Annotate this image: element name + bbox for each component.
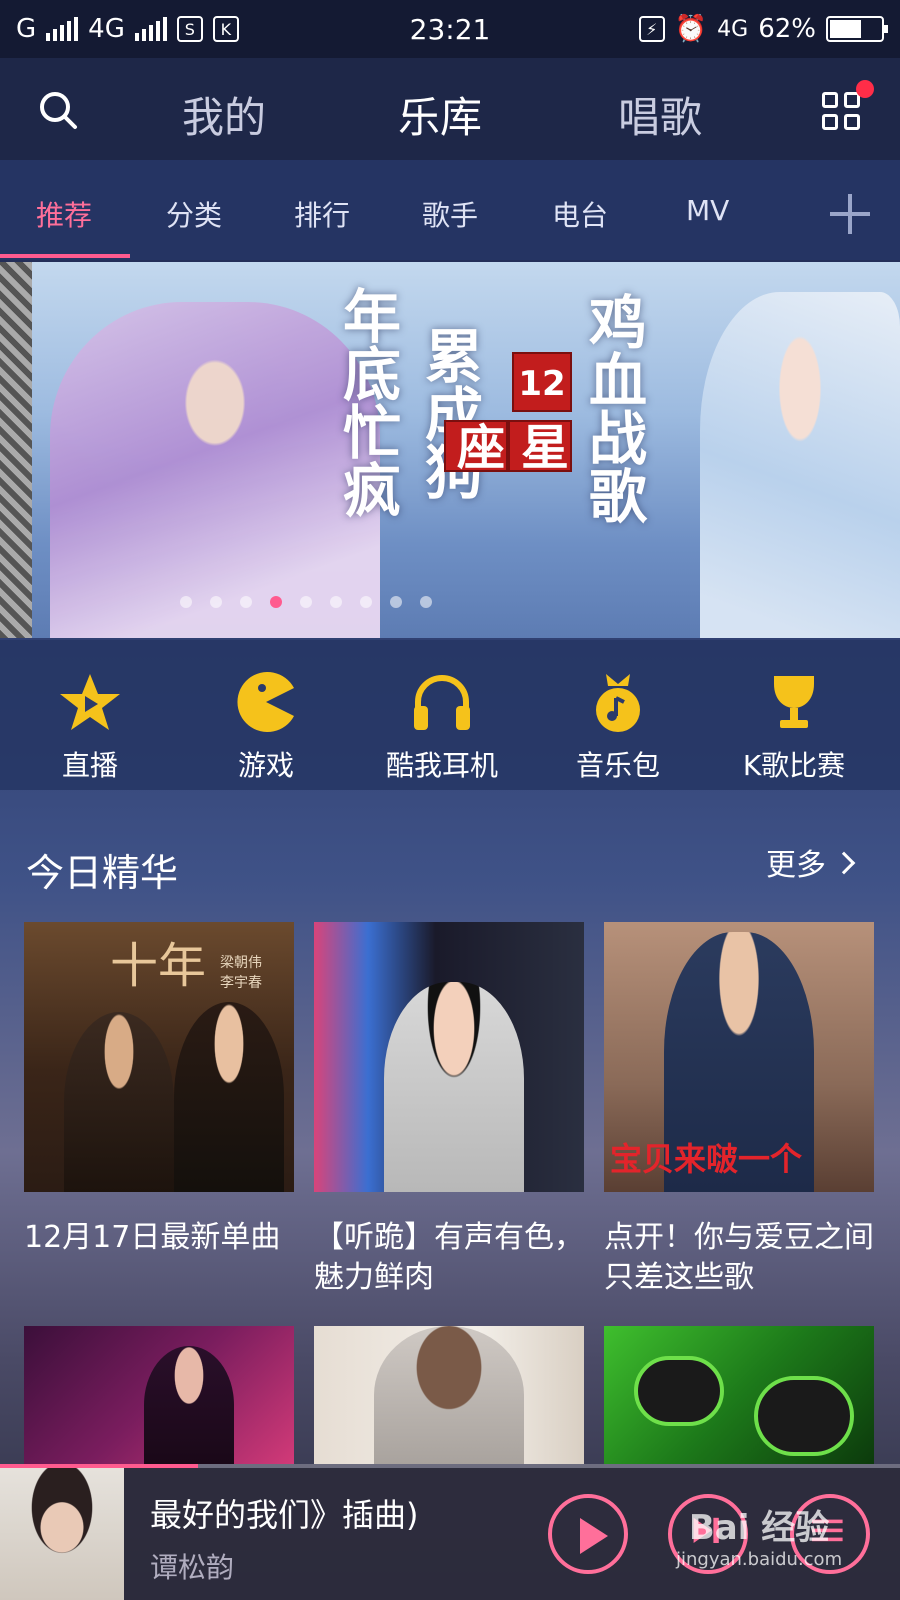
banner-text-1: 年底忙疯 xyxy=(333,286,401,518)
shortcut-games[interactable]: 游戏 xyxy=(186,670,346,784)
carousel-dot[interactable] xyxy=(360,596,372,608)
watermark-url: jingyan.baidu.com xyxy=(676,1549,843,1570)
poster-sub: 梁朝伟 xyxy=(220,955,262,971)
banner-figure-left xyxy=(50,302,380,638)
carousel-dot[interactable] xyxy=(210,596,222,608)
carousel-dots xyxy=(180,596,432,608)
shortcut-headphones[interactable]: 酷我耳机 xyxy=(362,670,522,784)
banner-seal-char: 座 xyxy=(444,420,508,472)
card-image-1[interactable]: 十年 梁朝伟 李宇春 xyxy=(24,922,294,1192)
status-right: ⚡ ⏰ 4G 62% xyxy=(638,14,888,44)
more-label: 更多 xyxy=(766,848,826,883)
card-image-4[interactable] xyxy=(24,1326,294,1464)
banner-figure-right xyxy=(700,292,900,638)
tab-ranking[interactable]: 排行 xyxy=(294,194,350,234)
poster-caption: 宝贝来啵一个 xyxy=(610,1140,803,1178)
card-image-6[interactable] xyxy=(604,1326,874,1464)
poster-figure xyxy=(374,1326,524,1464)
banner-seal: 星 座 xyxy=(444,420,572,476)
carousel-dot[interactable] xyxy=(420,596,432,608)
battery-saver-icon: ⚡ xyxy=(638,16,665,42)
carousel-dot[interactable] xyxy=(390,596,402,608)
play-button[interactable] xyxy=(548,1494,628,1574)
tab-singer[interactable]: 歌手 xyxy=(422,194,478,234)
banner-text-3: 鸡血战歌 xyxy=(579,292,647,524)
earbud-shape xyxy=(754,1376,854,1456)
alarm-icon: ⏰ xyxy=(674,14,708,44)
watermark-brand: Bai 经验 xyxy=(688,1508,830,1548)
tab-recommend[interactable]: 推荐 xyxy=(36,194,92,234)
card-title-1[interactable]: 12月17日最新单曲 xyxy=(24,1218,294,1258)
shortcut-label: 音乐包 xyxy=(575,749,660,782)
nav-tab-sing[interactable]: 唱歌 xyxy=(618,84,702,145)
earbud-shape xyxy=(634,1356,724,1426)
poster-figure xyxy=(144,1346,234,1464)
network-type: 4G xyxy=(717,16,749,42)
carousel-dot[interactable] xyxy=(330,596,342,608)
card-image-3[interactable]: 宝贝来啵一个 xyxy=(604,922,874,1192)
status-bar: G 4G S K 23:21 ⚡ ⏰ 4G 62% xyxy=(0,0,900,58)
active-tab-indicator xyxy=(0,254,130,258)
headphones-icon xyxy=(414,675,470,730)
app-notification-icon: K xyxy=(212,16,239,42)
search-icon[interactable] xyxy=(38,90,78,130)
play-icon xyxy=(580,1518,608,1554)
card-image-5[interactable] xyxy=(314,1326,584,1464)
carousel-dot[interactable] xyxy=(180,596,192,608)
shortcut-row: 直播 游戏 酷我耳机 音乐包 K歌比赛 xyxy=(0,640,900,790)
watermark: Bai 经验 jingyan.baidu.com xyxy=(676,1500,842,1570)
battery-fill xyxy=(830,20,861,38)
carousel-dot[interactable] xyxy=(240,596,252,608)
banner-seal-char: 星 xyxy=(508,420,572,472)
signal-icon xyxy=(46,17,79,41)
poster-figure xyxy=(384,982,524,1192)
more-link[interactable]: 更多 xyxy=(766,840,856,884)
signal-icon-2 xyxy=(134,17,167,41)
shortcut-live[interactable]: 直播 xyxy=(10,670,170,784)
tab-radio[interactable]: 电台 xyxy=(552,194,608,234)
chevron-right-icon xyxy=(832,851,856,875)
carousel-dot[interactable] xyxy=(300,596,312,608)
music-bag-icon xyxy=(596,674,640,732)
banner-prev-slide xyxy=(0,262,32,638)
carrier-1: G xyxy=(16,14,37,44)
trophy-icon xyxy=(774,676,814,728)
status-left: G 4G S K xyxy=(16,14,639,44)
battery-icon xyxy=(826,16,888,42)
poster-figure xyxy=(174,1002,284,1192)
card-title-3[interactable]: 点开！你与爱豆之间只差这些歌 xyxy=(604,1218,874,1298)
poster-title: 十年 xyxy=(110,938,207,994)
nav-tab-library[interactable]: 乐库 xyxy=(398,84,482,145)
star-play-icon xyxy=(60,674,120,730)
poster-figure xyxy=(64,1012,174,1192)
poster-sub: 李宇春 xyxy=(220,975,262,991)
section-title: 今日精华 xyxy=(26,851,179,895)
carousel-dot[interactable] xyxy=(270,596,282,608)
carrier-2: 4G xyxy=(88,14,125,44)
screenshot-icon: S xyxy=(176,16,203,42)
player-artist: 谭松韵 xyxy=(150,1551,235,1584)
battery-percent: 62% xyxy=(758,14,816,44)
notification-dot xyxy=(856,80,874,98)
shortcut-label: 游戏 xyxy=(237,749,294,782)
shortcut-label: K歌比赛 xyxy=(742,749,846,782)
pacman-icon xyxy=(237,672,294,732)
player-cover-art[interactable] xyxy=(0,1468,124,1600)
shortcut-label: 直播 xyxy=(61,749,118,782)
top-nav: 我的 乐库 唱歌 xyxy=(0,58,900,160)
add-tab-icon[interactable] xyxy=(830,194,870,234)
card-title-2[interactable]: 【听跪】有声有色，魅力鲜肉 xyxy=(314,1218,584,1298)
banner-seal-number: 12 xyxy=(512,352,572,412)
sub-tabs: 推荐 分类 排行 歌手 电台 MV xyxy=(0,160,900,260)
nav-tab-mine[interactable]: 我的 xyxy=(182,84,266,145)
shortcut-label: 酷我耳机 xyxy=(385,749,498,782)
card-image-2[interactable] xyxy=(314,922,584,1192)
banner-text-2: 累成狗 xyxy=(415,326,483,500)
player-song-title: 最好的我们》插曲) xyxy=(150,1496,419,1534)
tab-category[interactable]: 分类 xyxy=(166,194,222,234)
tab-mv[interactable]: MV xyxy=(686,194,729,227)
grid-menu-icon[interactable] xyxy=(822,92,862,132)
shortcut-music-pack[interactable]: 音乐包 xyxy=(538,670,698,784)
shortcut-k-contest[interactable]: K歌比赛 xyxy=(714,670,874,784)
